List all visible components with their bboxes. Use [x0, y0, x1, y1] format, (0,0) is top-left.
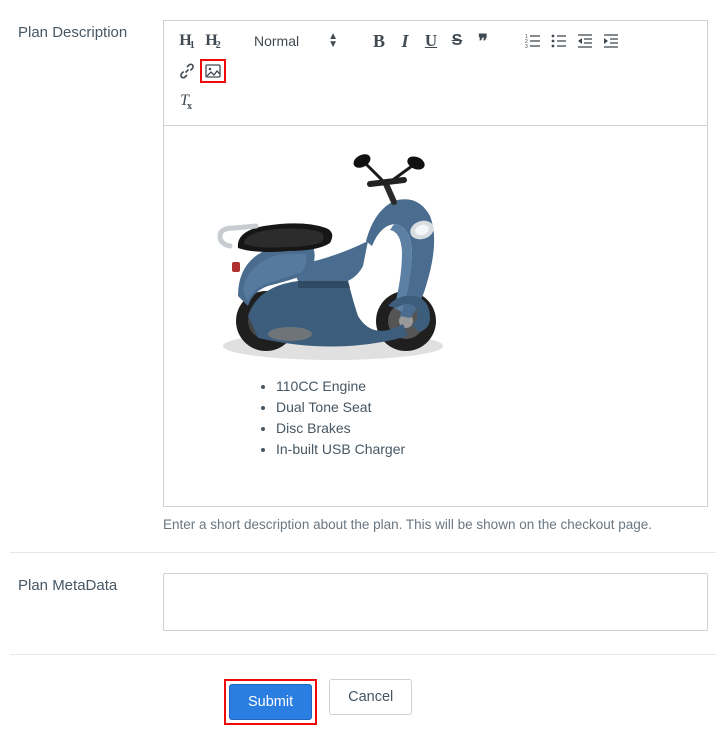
outdent-button[interactable] [572, 29, 598, 53]
heading2-button[interactable]: H2 [200, 29, 226, 53]
format-select-label: Normal [254, 33, 299, 49]
bold-button[interactable]: B [366, 29, 392, 53]
underline-button[interactable]: U [418, 29, 444, 53]
list-item: 110CC Engine [276, 376, 683, 397]
metadata-input[interactable] [163, 573, 708, 631]
description-help-text: Enter a short description about the plan… [163, 517, 708, 532]
scooter-image [198, 146, 458, 366]
feature-list: 110CC Engine Dual Tone Seat Disc Brakes … [276, 376, 683, 460]
image-button[interactable] [200, 59, 226, 83]
form-actions: Submit Cancel [0, 655, 726, 749]
unordered-list-button[interactable] [546, 29, 572, 53]
inline-style-group: B I U S ❞ [366, 29, 496, 53]
format-select[interactable]: Normal ▲▼ [250, 33, 342, 49]
heading1-button[interactable]: H1 [174, 29, 200, 53]
format-group: Normal ▲▼ [250, 33, 342, 49]
submit-button[interactable]: Submit [229, 684, 312, 720]
heading-group: H1 H2 [174, 29, 226, 53]
plan-metadata-row: Plan MetaData [0, 553, 726, 654]
svg-text:3: 3 [525, 44, 528, 48]
chevron-updown-icon: ▲▼ [328, 33, 338, 49]
insert-group [174, 59, 226, 83]
plan-description-row: Plan Description H1 H2 Normal ▲▼ [0, 0, 726, 552]
clear-group: Tx [174, 89, 200, 113]
list-item: Disc Brakes [276, 418, 683, 439]
italic-button[interactable]: I [392, 29, 418, 53]
plan-description-label: Plan Description [18, 20, 163, 43]
clear-format-button[interactable]: Tx [174, 89, 200, 113]
editor-toolbar: H1 H2 Normal ▲▼ B I U [164, 21, 707, 126]
link-button[interactable] [174, 59, 200, 83]
editor-content[interactable]: 110CC Engine Dual Tone Seat Disc Brakes … [164, 126, 707, 506]
indent-button[interactable] [598, 29, 624, 53]
rich-text-editor: H1 H2 Normal ▲▼ B I U [163, 20, 708, 507]
plan-description-field: H1 H2 Normal ▲▼ B I U [163, 20, 708, 532]
blockquote-button[interactable]: ❞ [470, 29, 496, 53]
list-indent-group: 123 [520, 29, 624, 53]
image-icon [205, 64, 221, 78]
cancel-button[interactable]: Cancel [329, 679, 412, 715]
list-item: In-built USB Charger [276, 439, 683, 460]
plan-metadata-label: Plan MetaData [18, 573, 163, 596]
ordered-list-button[interactable]: 123 [520, 29, 546, 53]
submit-highlight: Submit [224, 679, 317, 725]
list-item: Dual Tone Seat [276, 397, 683, 418]
strikethrough-button[interactable]: S [444, 29, 470, 53]
plan-metadata-field [163, 573, 708, 634]
